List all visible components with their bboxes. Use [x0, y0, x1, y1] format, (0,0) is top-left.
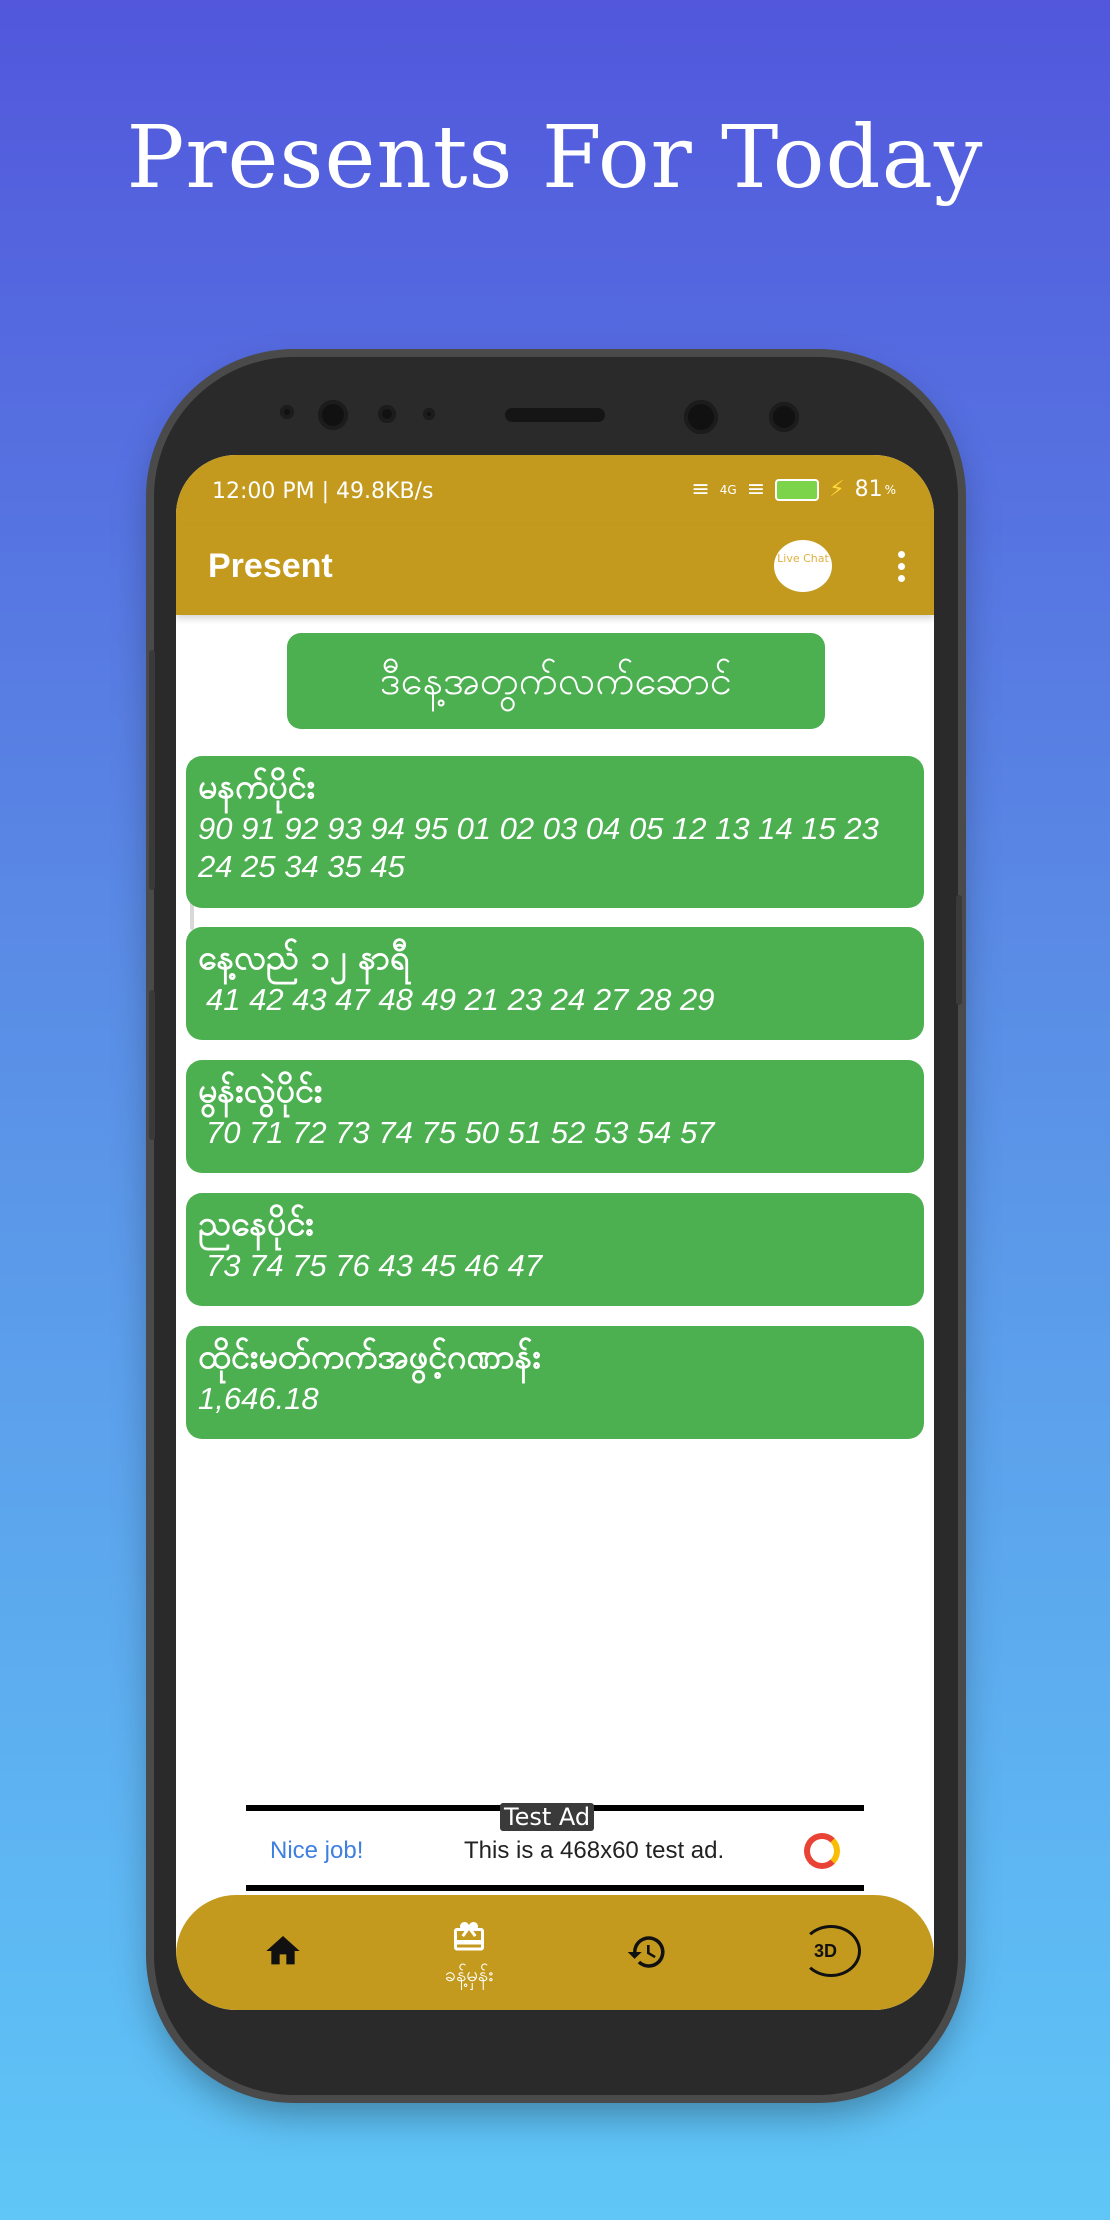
ad-tag: Test Ad: [500, 1803, 595, 1831]
charging-icon: ⚡: [829, 477, 845, 502]
more-options-icon[interactable]: [898, 551, 906, 587]
nav-prediction[interactable]: ခန့်မှန်း: [394, 1895, 544, 2010]
3d-rotate-icon: 3D: [801, 1925, 861, 1977]
todays-gift-heading: ဒီနေ့အတွက်လက်ဆောင်: [287, 633, 825, 729]
battery-unit: %: [884, 482, 896, 497]
signal-icon: ≡: [746, 477, 766, 502]
side-button-right: [956, 895, 962, 1005]
card-numbers: 1,646.18: [198, 1381, 319, 1416]
card-title: နေ့လည် ၁၂ နာရီ: [198, 938, 410, 978]
network-type: 4G: [719, 482, 737, 497]
front-sensor: [423, 408, 435, 420]
card-numbers: 41 42 43 47 48 49 21 23 24 27 28 29: [206, 982, 715, 1017]
history-icon: [572, 1931, 722, 1977]
card-noon: နေ့လည် ၁၂ နာရီ 41 42 43 47 48 49 21 23 2…: [186, 927, 924, 1040]
nav-history[interactable]: [572, 1895, 722, 2010]
nav-label: ခန့်မှန်း: [444, 1962, 494, 1986]
side-button-left-2: [149, 990, 155, 1140]
ad-nice-text: Nice job!: [270, 1837, 364, 1864]
card-afternoon: မွန်းလွဲပိုင်း 70 71 72 73 74 75 50 51 5…: [186, 1060, 924, 1173]
card-evening: ညနေပိုင်း 73 74 75 76 43 45 46 47: [186, 1193, 924, 1306]
earpiece-speaker: [505, 408, 605, 422]
status-icons: ≡ 4G ≡ ⚡ 81 %: [691, 477, 896, 502]
side-button-left-1: [149, 650, 155, 890]
status-bar: 12:00 PM | 49.8KB/s ≡ 4G ≡ ⚡ 81 %: [176, 455, 934, 525]
gift-icon: [394, 1919, 544, 1959]
front-sensor: [378, 405, 396, 423]
app-bar: Present Live Chat: [176, 525, 934, 615]
app-title: Present: [208, 547, 333, 585]
phone-screen: 12:00 PM | 49.8KB/s ≡ 4G ≡ ⚡ 81 % Presen…: [176, 455, 934, 2010]
card-title: မွန်းလွဲပိုင်း: [198, 1071, 323, 1111]
front-camera: [769, 402, 799, 432]
nav-home[interactable]: [208, 1895, 358, 2010]
ad-logo-icon: [804, 1833, 840, 1869]
page-headline: Presents For Today: [126, 108, 984, 208]
card-title: ထိုင်းမတ်ကက်အဖွင့်ဂဏာန်း: [198, 1337, 541, 1377]
nav-3d[interactable]: 3D: [756, 1895, 906, 2010]
status-time-speed: 12:00 PM | 49.8KB/s: [212, 479, 434, 504]
card-title: မနက်ပိုင်း: [198, 767, 316, 807]
card-numbers: 70 71 72 73 74 75 50 51 52 53 54 57: [206, 1115, 715, 1150]
card-numbers: 90 91 92 93 94 95 01 02 03 04 05 12 13 1…: [198, 811, 879, 884]
battery-icon: [775, 478, 820, 501]
bottom-navigation: ခန့်မှန်း 3D: [176, 1895, 934, 2010]
card-morning: မနက်ပိုင်း 90 91 92 93 94 95 01 02 03 04…: [186, 756, 924, 908]
ad-text: This is a 468x60 test ad.: [464, 1837, 725, 1864]
battery-percent: 81: [854, 477, 883, 502]
front-sensor: [280, 405, 294, 419]
signal-icon: ≡: [691, 477, 710, 502]
front-camera: [318, 400, 348, 430]
front-camera: [684, 400, 718, 434]
card-numbers: 73 74 75 76 43 45 46 47: [206, 1248, 543, 1283]
card-title: ညနေပိုင်း: [198, 1204, 314, 1244]
home-icon: [208, 1931, 358, 1975]
card-thai-market: ထိုင်းမတ်ကက်အဖွင့်ဂဏာန်း 1,646.18: [186, 1326, 924, 1439]
live-chat-button[interactable]: Live Chat: [774, 540, 832, 592]
ad-banner[interactable]: Test Ad Nice job! This is a 468x60 test …: [246, 1803, 864, 1891]
3d-label: 3D: [814, 1941, 838, 1961]
